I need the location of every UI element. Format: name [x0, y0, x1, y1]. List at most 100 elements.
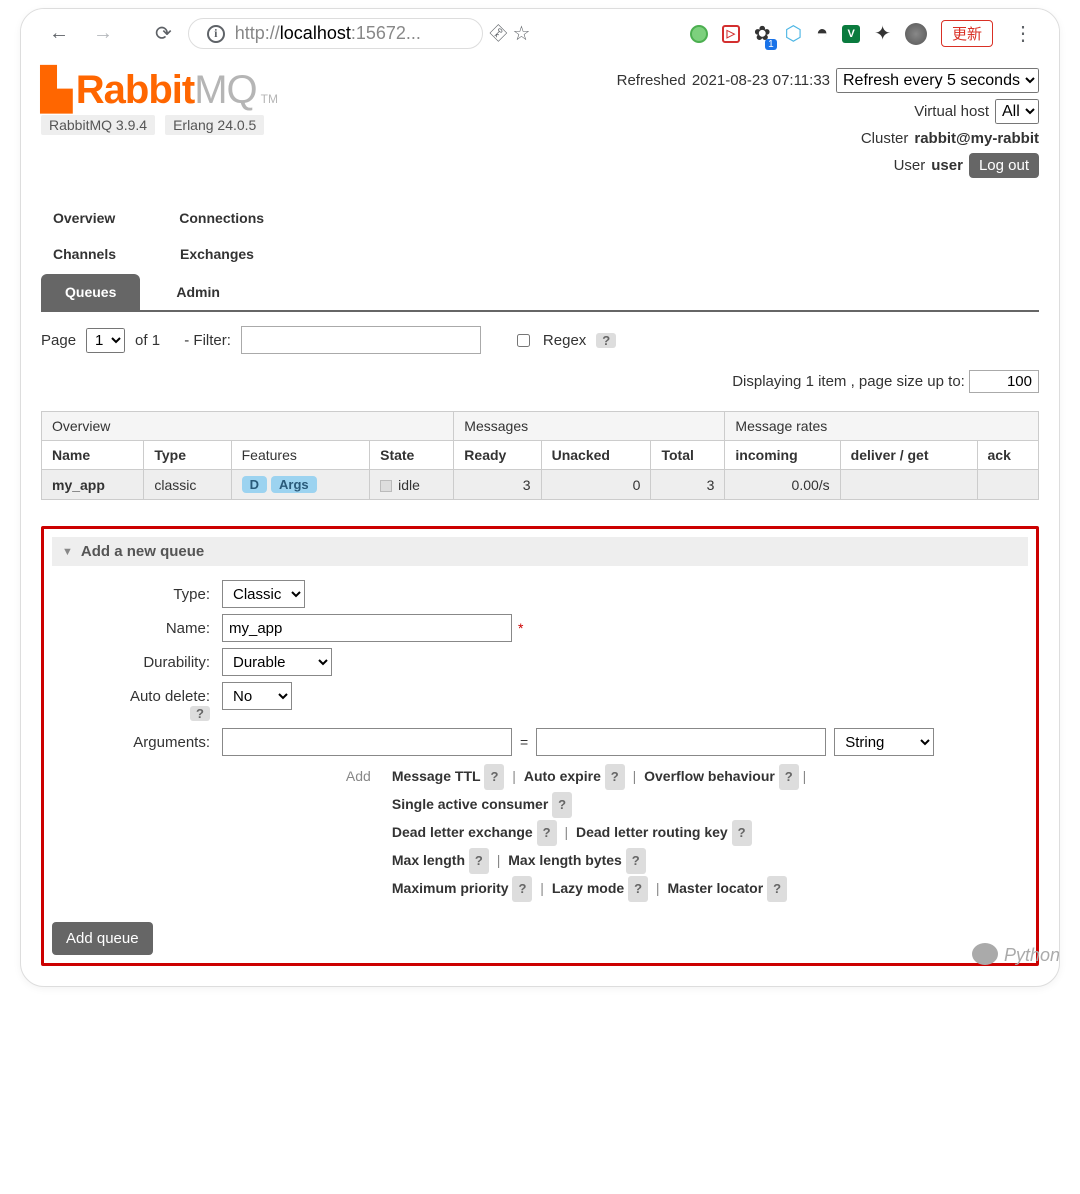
arg-shortcut[interactable]: Dead letter routing key	[576, 824, 728, 840]
user-label: User	[894, 157, 926, 174]
arg-shortcut[interactable]: Overflow behaviour	[644, 768, 775, 784]
regex-label: Regex	[543, 332, 586, 349]
address-bar[interactable]: i http://localhost:15672...	[188, 18, 483, 49]
help-icon[interactable]: ?	[626, 848, 646, 874]
help-icon[interactable]: ?	[767, 876, 787, 902]
refreshed-label: Refreshed	[617, 72, 686, 89]
col-type[interactable]: Type	[144, 441, 231, 470]
col-group-overview: Overview	[42, 412, 454, 441]
tab-connections[interactable]: Connections	[167, 202, 292, 234]
watermark: Python七号	[972, 941, 1060, 967]
extension-icon[interactable]: ▷	[722, 25, 740, 43]
arg-shortcut[interactable]: Maximum priority	[392, 880, 509, 896]
main-tabs: Overview Connections Channels Exchanges …	[41, 202, 1039, 312]
cluster-value: rabbit@my-rabbit	[914, 130, 1039, 147]
page-select[interactable]: 1	[86, 328, 125, 353]
help-icon[interactable]: ?	[596, 333, 616, 348]
site-info-icon[interactable]: i	[207, 25, 225, 43]
queues-table: Overview Messages Message rates Name Typ…	[41, 411, 1039, 500]
url-text: http://localhost:15672...	[235, 23, 421, 44]
help-icon[interactable]: ?	[484, 764, 504, 790]
name-label: Name:	[52, 614, 222, 637]
logout-button[interactable]: Log out	[969, 153, 1039, 178]
arg-shortcut[interactable]: Single active consumer	[392, 796, 548, 812]
arg-shortcut[interactable]: Message TTL	[392, 768, 481, 784]
arg-shortcut[interactable]: Lazy mode	[552, 880, 624, 896]
key-icon[interactable]: ⚿	[485, 21, 510, 46]
col-total[interactable]: Total	[651, 441, 725, 470]
rabbit-version: RabbitMQ 3.9.4	[41, 115, 155, 135]
tab-queues[interactable]: Queues	[41, 274, 140, 310]
col-ready[interactable]: Ready	[454, 441, 541, 470]
help-icon[interactable]: ?	[469, 848, 489, 874]
arg-shortcut[interactable]: Dead letter exchange	[392, 824, 533, 840]
help-icon[interactable]: ?	[537, 820, 557, 846]
cell-name[interactable]: my_app	[52, 477, 105, 493]
arg-shortcut[interactable]: Max length bytes	[508, 852, 622, 868]
help-icon[interactable]: ?	[190, 706, 210, 721]
tab-exchanges[interactable]: Exchanges	[168, 238, 282, 270]
help-icon[interactable]: ?	[779, 764, 799, 790]
extension-icon[interactable]: ⬡	[785, 21, 802, 46]
avatar-icon[interactable]	[905, 23, 927, 45]
reload-icon[interactable]: ⟳	[147, 17, 180, 50]
vhost-select[interactable]: All	[995, 99, 1039, 124]
arg-value-input[interactable]	[536, 728, 826, 756]
autodelete-label: Auto delete:?	[52, 682, 222, 722]
tab-overview[interactable]: Overview	[41, 202, 143, 234]
help-icon[interactable]: ?	[512, 876, 532, 902]
add-queue-button[interactable]: Add queue	[52, 922, 153, 955]
add-label: Add	[346, 762, 392, 790]
arg-shortcut[interactable]: Master locator	[667, 880, 763, 896]
help-icon[interactable]: ?	[732, 820, 752, 846]
col-unacked[interactable]: Unacked	[541, 441, 651, 470]
of-label: of 1	[135, 332, 160, 349]
update-button[interactable]: 更新	[941, 20, 993, 47]
col-deliver[interactable]: deliver / get	[840, 441, 977, 470]
extension-icon[interactable]	[690, 25, 708, 43]
col-features[interactable]: Features	[231, 441, 370, 470]
forward-icon: →	[85, 18, 121, 49]
back-icon[interactable]: ←	[41, 18, 77, 49]
col-state[interactable]: State	[370, 441, 454, 470]
arg-shortcut[interactable]: Max length	[392, 852, 465, 868]
autodelete-select[interactable]: No	[222, 682, 292, 710]
extension-icon[interactable]: ✿1	[754, 21, 771, 46]
menu-icon[interactable]: ⋮	[1007, 21, 1039, 46]
name-input[interactable]	[222, 614, 512, 642]
cell-deliver	[840, 470, 977, 500]
page-size-input[interactable]	[969, 370, 1039, 393]
collapse-icon[interactable]: ▼	[62, 546, 73, 558]
arg-type-select[interactable]: String	[834, 728, 934, 756]
refreshed-time: 2021-08-23 07:11:33	[692, 72, 830, 89]
extension-icon[interactable]: ◓	[816, 22, 828, 45]
col-ack[interactable]: ack	[977, 441, 1039, 470]
help-icon[interactable]: ?	[552, 792, 572, 818]
help-icon[interactable]: ?	[605, 764, 625, 790]
tab-admin[interactable]: Admin	[140, 274, 248, 310]
tab-channels[interactable]: Channels	[41, 238, 144, 270]
user-value: user	[931, 157, 963, 174]
type-select[interactable]: Classic	[222, 580, 305, 608]
cluster-label: Cluster	[861, 130, 909, 147]
regex-checkbox[interactable]	[517, 334, 530, 347]
cell-state: idle	[398, 477, 420, 493]
arg-shortcuts: AddMessage TTL ? | Auto expire ? | Overf…	[346, 762, 810, 902]
col-name[interactable]: Name	[42, 441, 144, 470]
arg-shortcut[interactable]: Auto expire	[524, 768, 601, 784]
col-incoming[interactable]: incoming	[725, 441, 840, 470]
extension-icon[interactable]: V	[842, 25, 860, 43]
durability-select[interactable]: Durable	[222, 648, 332, 676]
feature-badge: Args	[271, 476, 317, 493]
puzzle-icon[interactable]: ✦	[874, 21, 891, 46]
cell-total: 3	[651, 470, 725, 500]
filter-input[interactable]	[241, 326, 481, 354]
star-icon[interactable]: ☆	[512, 21, 530, 46]
cell-incoming: 0.00/s	[725, 470, 840, 500]
help-icon[interactable]: ?	[628, 876, 648, 902]
arg-key-input[interactable]	[222, 728, 512, 756]
cell-ack	[977, 470, 1039, 500]
table-row[interactable]: my_app classic DArgs idle 3 0 3 0.00/s	[42, 470, 1039, 500]
section-header[interactable]: ▼ Add a new queue	[52, 537, 1028, 566]
refresh-select[interactable]: Refresh every 5 seconds	[836, 68, 1039, 93]
